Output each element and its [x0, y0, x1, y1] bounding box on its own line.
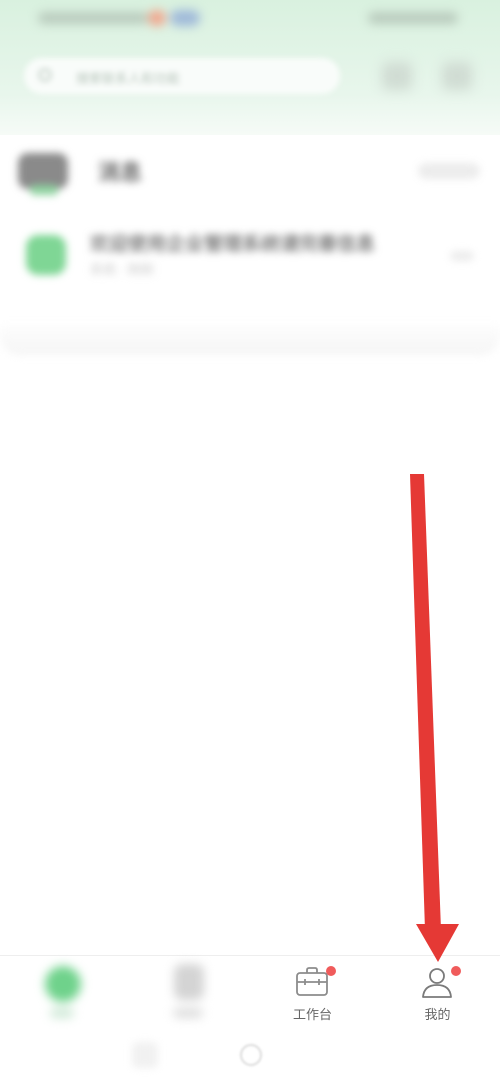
card-logo-accent	[30, 185, 58, 195]
message-app-icon	[26, 235, 66, 275]
search-input[interactable]: 搜索联系人和功能	[24, 58, 340, 94]
search-placeholder: 搜索联系人和功能	[76, 71, 181, 86]
message-subtitle: 系统 · 刚刚	[90, 262, 154, 277]
recent-apps-button[interactable]	[132, 1042, 158, 1068]
search-icon	[38, 68, 52, 82]
briefcase-icon	[296, 967, 328, 996]
message-title: 欢迎使用企业管理系统请完善信息	[90, 234, 376, 255]
status-time	[38, 12, 148, 24]
status-bar	[0, 0, 500, 40]
tab-profile-badge	[451, 966, 461, 976]
bottom-tab-bar: 工作台 我的	[0, 955, 500, 1030]
tab-home[interactable]	[0, 956, 125, 1031]
chevron-right-icon	[450, 251, 474, 261]
tab-workbench-badge	[326, 966, 336, 976]
tab-profile[interactable]: 我的	[375, 956, 500, 1031]
notification-icon-2	[170, 10, 200, 26]
app-header: 搜索联系人和功能	[0, 0, 500, 135]
notification-icon	[148, 10, 166, 26]
home-button[interactable]	[240, 1044, 262, 1066]
person-icon	[422, 968, 452, 998]
card-bottom-edge	[0, 325, 500, 355]
card-title: 消息	[98, 160, 143, 185]
message-card: 消息 欢迎使用企业管理系统请完善信息 系统 · 刚刚	[0, 135, 500, 355]
tab-messages[interactable]	[125, 956, 250, 1031]
list-item[interactable]: 欢迎使用企业管理系统请完善信息 系统 · 刚刚	[0, 215, 500, 295]
tab-home-label	[50, 1008, 74, 1018]
tab-workbench[interactable]: 工作台	[250, 956, 375, 1031]
message-icon	[174, 964, 204, 1000]
tab-profile-label: 我的	[424, 1007, 451, 1022]
system-nav-bar	[0, 1030, 500, 1083]
add-button[interactable]	[442, 62, 472, 90]
scan-button[interactable]	[382, 62, 412, 90]
tab-messages-label	[173, 1008, 203, 1018]
card-logo-icon	[18, 153, 68, 189]
tab-workbench-label: 工作台	[292, 1007, 332, 1022]
card-more-link[interactable]	[418, 163, 480, 179]
home-icon	[45, 966, 81, 1002]
status-indicators	[368, 12, 458, 24]
